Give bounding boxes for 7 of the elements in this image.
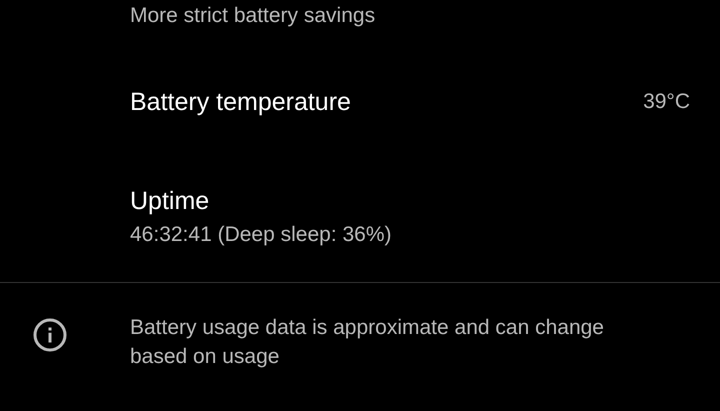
- setting-value: 39°C: [643, 90, 690, 114]
- setting-summary: 46:32:41 (Deep sleep: 36%): [130, 222, 393, 248]
- info-icon: [32, 317, 68, 353]
- info-text: Battery usage data is approximate and can change based on usage: [130, 315, 605, 370]
- setting-title: Uptime: [130, 186, 210, 216]
- setting-title: Battery temperature: [130, 87, 351, 117]
- setting-summary: More strict battery savings: [130, 4, 376, 28]
